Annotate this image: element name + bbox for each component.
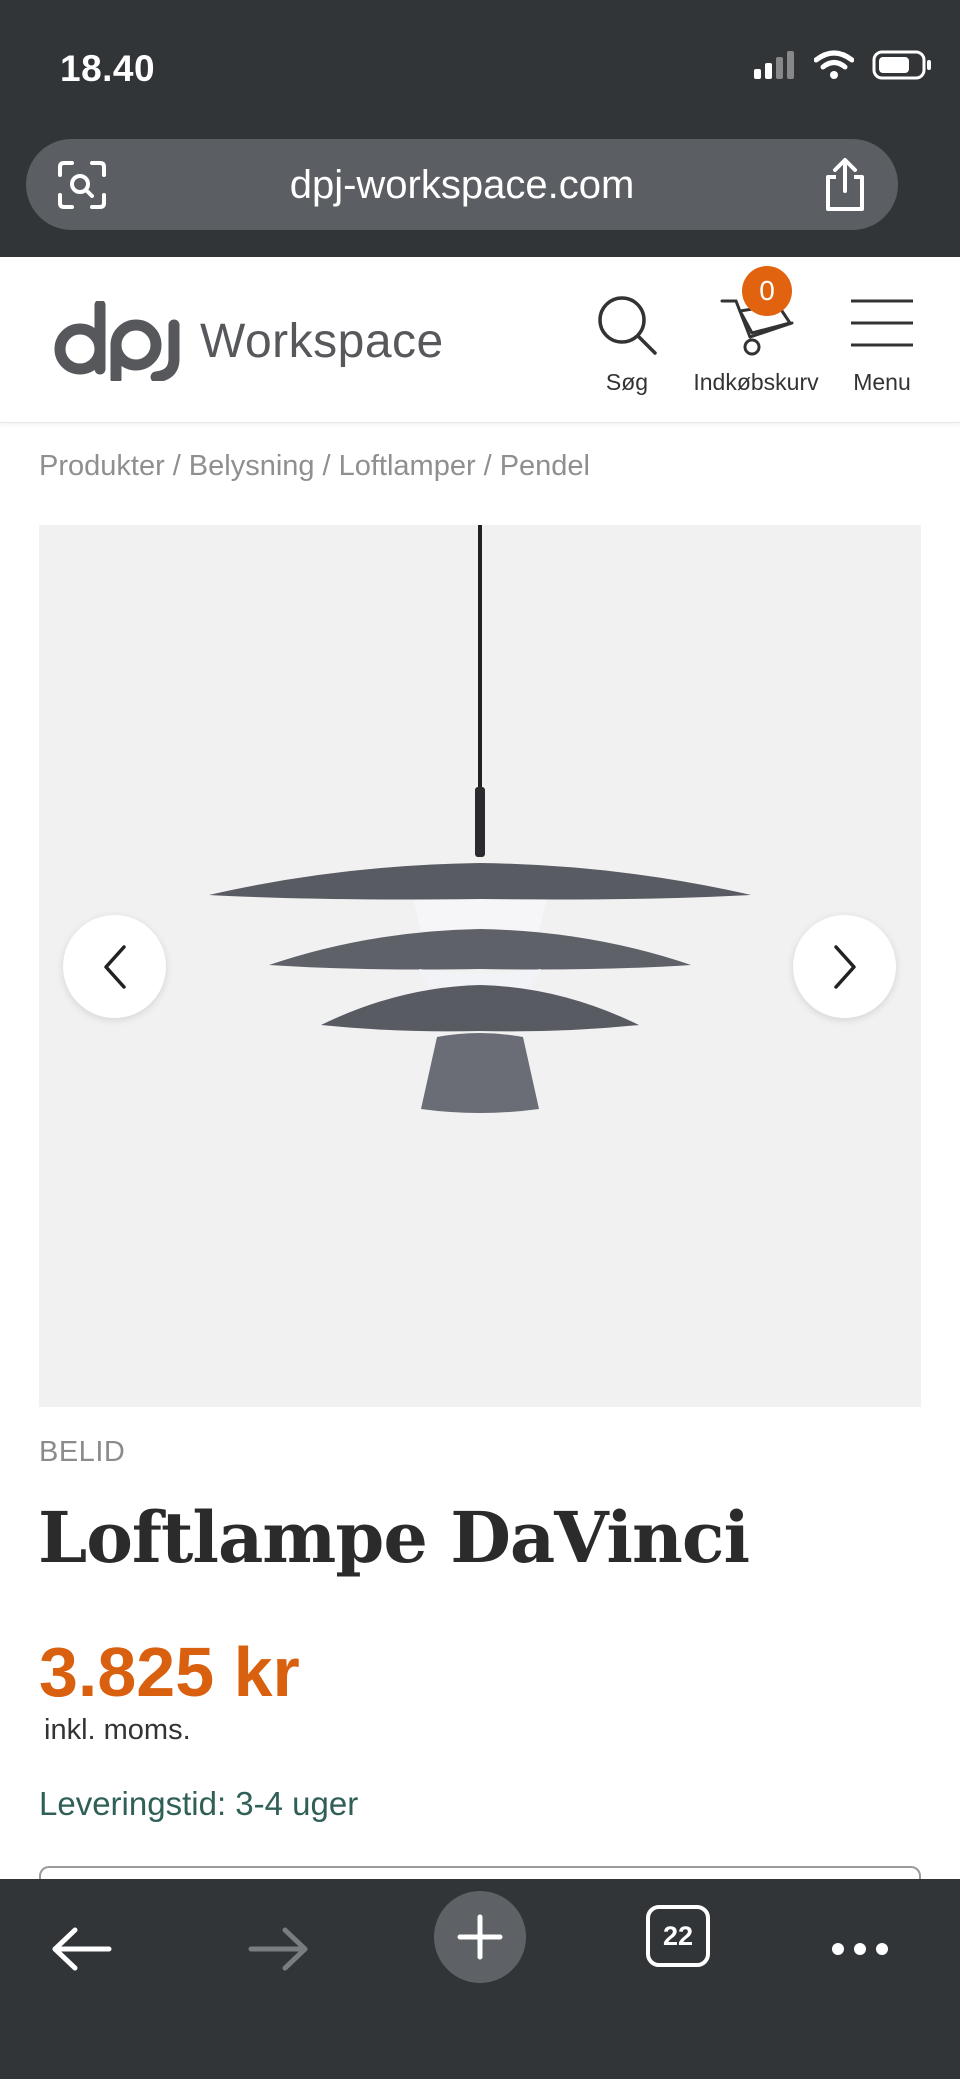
menu-button[interactable]: Menu [842, 293, 922, 396]
breadcrumb-item[interactable]: Belysning [189, 450, 315, 482]
chevron-left-icon [103, 944, 126, 989]
hamburger-icon [851, 299, 913, 347]
site-logo[interactable]: Workspace [52, 301, 444, 381]
chevron-right-icon [833, 944, 856, 989]
search-button[interactable]: Søg [590, 293, 664, 396]
product-image[interactable] [39, 525, 921, 1407]
breadcrumb-item[interactable]: Produkter [39, 450, 165, 482]
cart-label: Indkøbskurv [693, 369, 819, 395]
pendant-lamp-image [209, 525, 751, 1113]
browser-top-bar: 18.40 dpj-workspace.com [0, 0, 960, 257]
next-image-button[interactable] [793, 915, 896, 1018]
forward-icon [248, 1927, 308, 1971]
product-title: Loftlampe DaVinci [38, 1496, 750, 1579]
breadcrumb: Produkter / Belysning / Loftlamper / Pendel [39, 450, 590, 482]
tabs-button[interactable]: 22 [646, 1905, 710, 1967]
address-bar[interactable]: dpj-workspace.com [26, 139, 898, 230]
delivery-time: Leveringstid: 3-4 uger [39, 1785, 359, 1822]
status-icons [752, 50, 932, 80]
logo-mark-icon [54, 301, 180, 381]
forward-button[interactable] [238, 1909, 318, 1989]
breadcrumb-item[interactable]: Pendel [500, 450, 590, 482]
product-price: 3.825 kr [39, 1633, 300, 1711]
back-button[interactable] [42, 1909, 122, 1989]
menu-label: Menu [853, 369, 911, 395]
previous-image-button[interactable] [63, 915, 166, 1018]
plus-icon [457, 1914, 503, 1960]
url-text[interactable]: dpj-workspace.com [26, 163, 898, 208]
browser-bottom-toolbar: 22 [0, 1879, 960, 2079]
site-header: Workspace Søg Indkøbskurv Menu [0, 257, 960, 423]
new-tab-button[interactable] [434, 1891, 526, 1983]
signal-icon [754, 51, 794, 79]
logo-wordmark: Workspace [200, 314, 444, 368]
more-button[interactable] [820, 1909, 900, 1989]
cart-count-badge: 0 [742, 266, 792, 316]
back-icon [52, 1927, 112, 1971]
status-time: 18.40 [60, 48, 156, 89]
product-brand[interactable]: BELID [39, 1436, 125, 1469]
breadcrumb-item[interactable]: Loftlamper [339, 450, 476, 482]
vat-note: inkl. moms. [44, 1714, 191, 1746]
search-icon [598, 296, 657, 355]
search-label: Søg [605, 369, 649, 395]
wifi-icon [814, 50, 854, 79]
battery-icon [872, 50, 931, 80]
more-icon [832, 1943, 888, 1955]
share-icon[interactable] [822, 157, 868, 213]
